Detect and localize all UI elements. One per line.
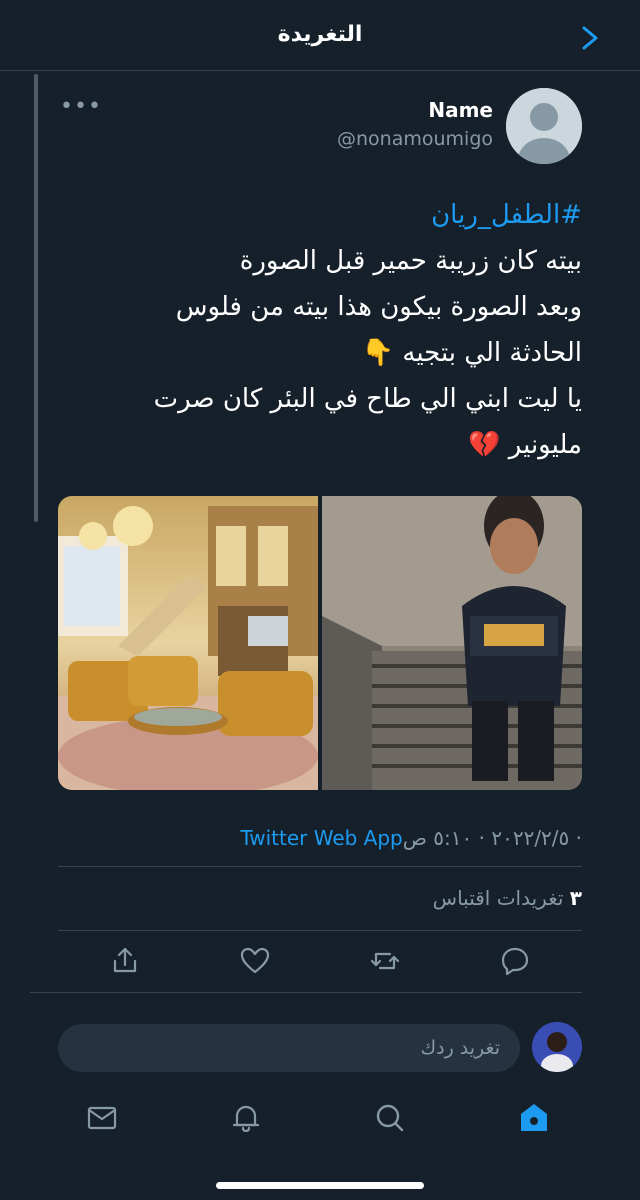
source-app-link[interactable]: Twitter Web App [240,826,402,850]
tweet-text-line: الحادثة الي بتجيه 👇 [361,338,582,368]
timestamp: ٢٠٢٢/٢/٥ · ٥:١٠ ص · [402,826,582,850]
home-indicator[interactable] [216,1182,424,1189]
tab-messages[interactable] [84,1100,120,1136]
tab-search[interactable] [372,1100,408,1136]
tweet-text: #الطفل_ريان بيته كان زريبة حمير قبل الصو… [58,192,582,468]
tweet-text-line: يا ليت ابني الي طاح في البئر كان صرت [153,384,582,414]
scrollbar[interactable] [34,74,38,522]
bell-icon [232,1105,260,1133]
hashtag-link[interactable]: #الطفل_ريان [58,192,582,238]
tab-notifications[interactable] [228,1100,264,1136]
divider [30,992,582,993]
current-user-avatar[interactable] [532,1022,582,1072]
divider [58,866,582,867]
media-image-living-room[interactable] [58,496,318,790]
author-avatar[interactable] [506,88,582,164]
quote-tweets-count[interactable]: ٣ تغريدات اقتباس [433,886,582,910]
mail-icon [87,1106,117,1130]
tweet-text-line: وبعد الصورة بيكون هذا بيته من فلوس [175,292,582,322]
retweet-icon[interactable] [368,944,402,978]
reply-icon[interactable] [498,944,532,978]
author-name[interactable]: Name [428,98,493,122]
page-title: التغريدة [277,22,363,47]
home-icon [521,1104,547,1131]
divider [58,930,582,931]
media-image-boy[interactable] [322,496,582,790]
tab-home[interactable] [516,1100,552,1136]
quote-count-number: ٣ [569,886,582,910]
tweet-text-line: بيته كان زريبة حمير قبل الصورة [239,246,582,276]
quote-count-label: تغريدات اقتباس [432,886,564,910]
search-icon [376,1104,404,1132]
share-icon[interactable] [108,944,142,978]
like-heart-icon[interactable] [238,944,272,978]
header: التغريدة [0,0,640,71]
author-handle[interactable]: @nonamoumigo [337,128,493,150]
back-chevron-icon[interactable] [578,24,602,52]
more-options-icon[interactable]: ••• [60,94,102,119]
tweet-media [58,496,582,790]
tweet-meta: Twitter Web App٢٠٢٢/٢/٥ · ٥:١٠ ص · [240,826,582,850]
tweet-text-line: مليونير 💔 [468,430,582,460]
reply-input[interactable]: تغريد ردك [58,1024,520,1072]
reply-bar: تغريد ردك [0,1008,640,1088]
tab-bar [0,1090,640,1150]
